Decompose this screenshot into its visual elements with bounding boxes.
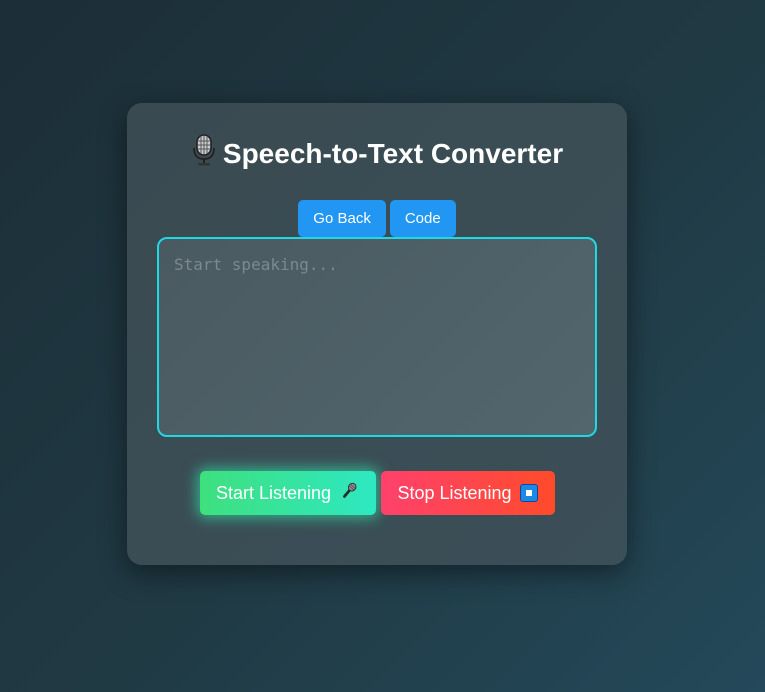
- stop-listening-button[interactable]: Stop Listening: [380, 471, 555, 515]
- stop-square-icon: [519, 484, 538, 502]
- page-title: Speech-to-Text Converter: [127, 133, 627, 174]
- converter-card: Speech-to-Text Converter Go Back Code St…: [127, 103, 627, 565]
- page-title-text: Speech-to-Text Converter: [222, 138, 564, 169]
- go-back-button[interactable]: Go Back: [298, 200, 386, 237]
- start-listening-label: Start Listening: [215, 482, 332, 503]
- code-button[interactable]: Code: [389, 200, 456, 237]
- microphone-icon: [339, 481, 359, 506]
- action-button-group: Start Listening Stop Listening: [127, 471, 627, 515]
- nav-button-group: Go Back Code: [127, 200, 627, 237]
- studio-microphone-icon: [191, 133, 217, 174]
- transcript-textarea[interactable]: [157, 237, 597, 437]
- stop-listening-label: Stop Listening: [397, 482, 512, 503]
- start-listening-button[interactable]: Start Listening: [199, 471, 376, 515]
